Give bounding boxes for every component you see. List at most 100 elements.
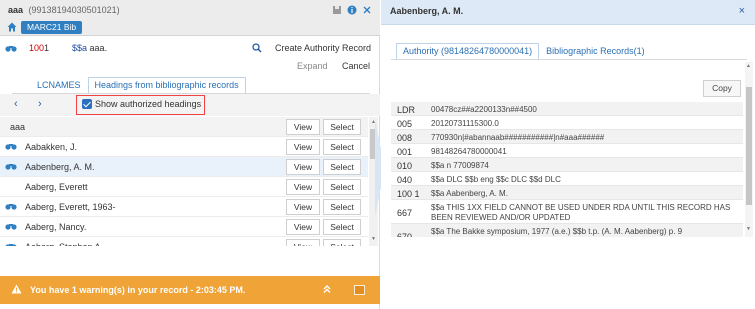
tab-lcnames[interactable]: LCNAMES <box>30 77 88 94</box>
marc-row: 667 $$a THIS 1XX FIELD CANNOT BE USED UND… <box>391 200 743 224</box>
marc-row: 001 98148264780000041 <box>391 144 743 158</box>
field-line: 100 1 $$a aaa. Create Authority Record E… <box>0 40 380 71</box>
view-button[interactable]: View <box>286 119 320 135</box>
heading-row[interactable]: Aaberg, Everett, 1963- View Select <box>0 197 368 217</box>
warning-icon <box>11 284 22 294</box>
view-button[interactable]: View <box>286 139 320 155</box>
view-button[interactable]: View <box>286 179 320 195</box>
marc-row: 100 1 $$a Aabenberg, A. M. <box>391 186 743 200</box>
field-subfield-value: aaa. <box>89 43 108 53</box>
heading-source-tabs: LCNAMES Headings from bibliographic reco… <box>30 77 246 94</box>
view-button[interactable]: View <box>286 239 320 246</box>
heading-row[interactable]: Aaberg, Stephen A. ViewSelect <box>0 237 368 246</box>
binoculars-icon[interactable] <box>5 222 17 230</box>
close-icon[interactable] <box>362 5 372 15</box>
header-actions <box>332 5 372 15</box>
headings-list: aaa View Select Aabakken, J. View Select Aaben… <box>0 117 368 246</box>
scroll-up-icon[interactable]: ▲ <box>746 63 751 69</box>
marc-value: $$a The Bakke symposium, 1977 (a.e.) $$b… <box>431 227 683 236</box>
marc-tag: 100 1 <box>397 189 420 199</box>
scroll-down-icon[interactable]: ▼ <box>371 236 376 242</box>
close-icon[interactable]: × <box>739 5 745 17</box>
field-tag[interactable]: 100 <box>29 43 44 53</box>
record-id: (991381940305010​21) <box>28 5 120 15</box>
heading-row[interactable]: Aaberg, Everett View Select <box>0 177 368 197</box>
authority-pane: Aabenberg, A. M. × Authority (9814826478… <box>381 0 755 309</box>
marc-tag: 005 <box>397 119 413 129</box>
binoculars-icon[interactable] <box>5 44 17 52</box>
marc-tag: 667 <box>397 208 413 218</box>
select-button[interactable]: Select <box>323 179 361 195</box>
create-authority-record-link[interactable]: Create Authority Record <box>275 43 371 53</box>
tab-authority[interactable]: Authority (98148264780000041) <box>396 43 540 60</box>
authority-header: Aabenberg, A. M. × <box>381 0 755 25</box>
marc21-bib-badge[interactable]: MARC21 Bib <box>21 21 83 34</box>
binoculars-icon[interactable] <box>5 242 17 246</box>
search-icon[interactable] <box>252 43 262 53</box>
heading-query-row[interactable]: aaa View Select <box>0 117 368 137</box>
next-page-icon[interactable]: › <box>38 98 42 110</box>
heading-row[interactable]: Aaberg, Nancy. View Select <box>0 217 368 237</box>
marc-row: LDR 00478cz##a2200133n##4500 <box>391 102 743 116</box>
view-button[interactable]: View <box>286 219 320 235</box>
marc-value: $$a n 77009874 <box>431 161 489 170</box>
record-title: aaa (991381940305010​21) <box>8 5 120 15</box>
view-button[interactable]: View <box>286 159 320 175</box>
show-authorized-checkbox[interactable] <box>82 99 92 109</box>
tab-headings-from-bib[interactable]: Headings from bibliographic records <box>87 77 246 94</box>
select-button[interactable]: Select <box>323 139 361 155</box>
marc-row: 010 $$a n 77009874 <box>391 158 743 172</box>
previous-page-icon[interactable]: ‹ <box>14 98 18 110</box>
marc-row: 040 $$a DLC $$b eng $$c DLC $$d DLC <box>391 172 743 186</box>
tab-divider <box>391 59 747 60</box>
marc-tag: 670 <box>397 232 413 237</box>
left-editor-pane: aaa (991381940305010​21) MARC21 Bib 100 … <box>0 0 380 309</box>
view-button[interactable]: View <box>286 199 320 215</box>
warning-bar: You have 1 warning(s) in your record - 2… <box>0 276 380 304</box>
binoculars-icon[interactable] <box>5 162 17 170</box>
marc-value: 20120731115300.0 <box>431 119 499 128</box>
scroll-down-icon[interactable]: ▼ <box>746 226 751 232</box>
heading-row[interactable]: Aabakken, J. View Select <box>0 137 368 157</box>
marc-row: 005 20120731115300.0 <box>391 116 743 130</box>
marc-value: $$a THIS 1XX FIELD CANNOT BE USED UNDER … <box>431 203 731 222</box>
tab-bibliographic-records[interactable]: Bibliographic Records(1) <box>539 43 652 60</box>
heading-name: Aaberg, Everett <box>25 182 88 192</box>
warning-text: You have 1 warning(s) in your record - 2… <box>30 285 246 295</box>
select-button[interactable]: Select <box>323 199 361 215</box>
book-icon[interactable] <box>354 285 365 295</box>
marc-value: $$a Aabenberg, A. M. <box>431 189 508 198</box>
show-authorized-label[interactable]: Show authorized headings <box>95 99 201 109</box>
heading-name: Aabenberg, A. M. <box>25 162 95 172</box>
marc-tag: 008 <box>397 133 413 143</box>
heading-name: Aabakken, J. <box>25 142 78 152</box>
marc-tag: 010 <box>397 161 413 171</box>
field-value[interactable]: $$a aaa. <box>72 43 107 53</box>
marc-value: $$a DLC $$b eng $$c DLC $$d DLC <box>431 175 561 184</box>
field-indicator[interactable]: 1 <box>44 43 49 53</box>
scroll-thumb[interactable] <box>746 87 752 205</box>
select-button[interactable]: Select <box>323 239 361 246</box>
record-name: aaa <box>8 5 24 15</box>
marc-tag: LDR <box>397 105 416 115</box>
copy-button[interactable]: Copy <box>703 80 741 97</box>
marc-scrollbar[interactable]: ▲ ▼ <box>745 62 753 237</box>
home-icon[interactable] <box>7 22 17 32</box>
info-icon[interactable] <box>347 5 357 15</box>
field-subfield: $$a <box>72 43 88 53</box>
chevron-up-double-icon[interactable] <box>322 284 332 294</box>
marc-tag: 001 <box>397 147 413 157</box>
record-header: aaa (991381940305010​21) MARC21 Bib <box>0 0 380 36</box>
marc-tag: 040 <box>397 175 413 185</box>
select-button[interactable]: Select <box>323 119 361 135</box>
expand-link[interactable]: Expand <box>297 61 328 71</box>
heading-row[interactable]: Aabenberg, A. M. View Select <box>0 157 368 177</box>
authority-title: Aabenberg, A. M. <box>390 6 464 16</box>
binoculars-icon[interactable] <box>5 142 17 150</box>
cancel-link[interactable]: Cancel <box>342 61 370 71</box>
marc-value: 00478cz##a2200133n##4500 <box>431 105 537 114</box>
select-button[interactable]: Select <box>323 159 361 175</box>
binoculars-icon[interactable] <box>5 202 17 210</box>
select-button[interactable]: Select <box>323 219 361 235</box>
save-icon[interactable] <box>332 5 342 15</box>
